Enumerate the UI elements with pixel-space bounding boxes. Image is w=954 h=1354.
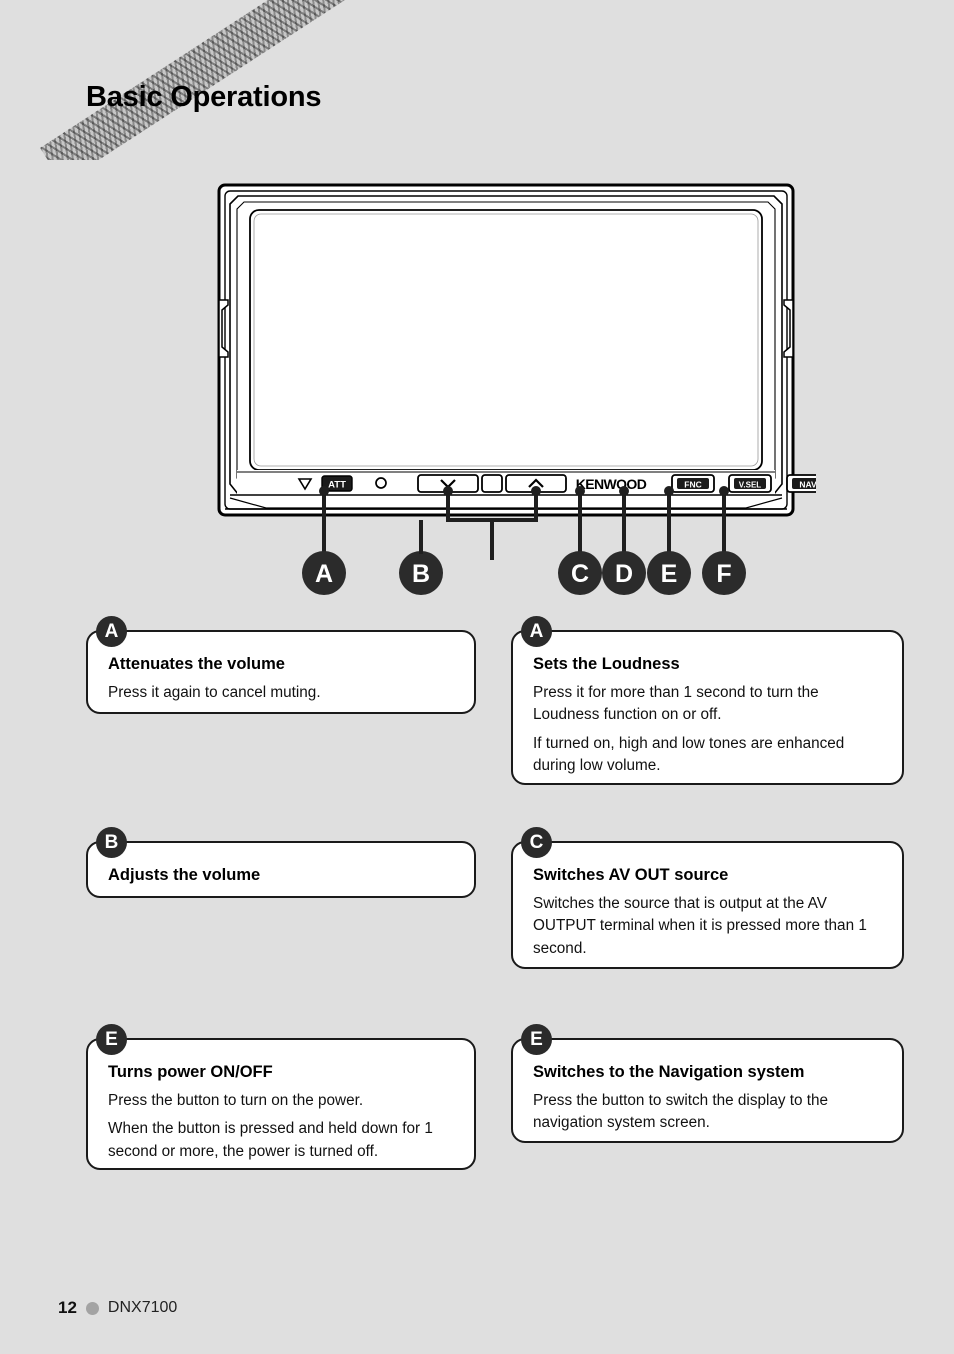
callout-paragraph: When the button is pressed and held down… <box>108 1120 433 1160</box>
callout-title: Attenuates the volume <box>108 655 285 673</box>
svg-text:V.SEL: V.SEL <box>739 480 761 489</box>
callout-badge: A <box>521 616 552 647</box>
footer-model-name: DNX7100 <box>107 1299 178 1316</box>
footer-page-number: 12 <box>58 1298 77 1317</box>
svg-text:D: D <box>615 560 633 588</box>
callout-title: Switches to the Navigation system <box>533 1063 805 1081</box>
page-footer: 12 DNX7100 <box>58 1298 177 1318</box>
callout-box-switches-navigation: E Switches to the Navigation system Pres… <box>511 1024 904 1143</box>
svg-text:B: B <box>412 560 430 588</box>
svg-text:C: C <box>571 560 589 588</box>
callout-paragraph: Press the button to turn on the power. <box>108 1091 364 1109</box>
svg-text:F: F <box>716 560 731 588</box>
callout-box-adjusts-volume: B Adjusts the volume <box>86 827 476 898</box>
callout-marker-C: C <box>558 551 602 595</box>
callout-paragraph: If turned on, high and low tones are enh… <box>533 734 845 775</box>
nav-button: NAV <box>786 474 816 493</box>
callout-marker-A: A <box>302 551 346 595</box>
callout-badge: E <box>96 1024 127 1055</box>
svg-text:E: E <box>661 560 678 588</box>
callout-box-turns-power: E Turns power ON/OFF Press the button to… <box>86 1024 476 1170</box>
callout-marker-F: F <box>702 551 746 595</box>
footer-bullet-icon <box>85 1301 99 1315</box>
spacer-button <box>481 474 503 493</box>
callout-paragraph: Press the button to switch the display t… <box>533 1091 829 1132</box>
callout-title: Adjusts the volume <box>108 866 261 884</box>
callout-badge: B <box>96 827 127 858</box>
callout-paragraph: Press it for more than 1 second to turn … <box>533 683 819 724</box>
svg-text:FNC: FNC <box>684 479 701 489</box>
callout-title: Turns power ON/OFF <box>108 1063 273 1081</box>
page-title: Basic Operations <box>86 81 322 114</box>
callout-box-sets-loudness: A Sets the Loudness Press it for more th… <box>511 616 904 785</box>
callout-marker-E: E <box>647 551 691 595</box>
callout-box-switches-av-out: C Switches AV OUT source Switches the so… <box>511 827 904 969</box>
callout-title: Sets the Loudness <box>533 655 680 673</box>
callout-paragraph: Press it again to cancel muting. <box>108 683 321 701</box>
fnc-button: FNC <box>671 474 715 493</box>
callout-marker-B: B <box>399 551 443 595</box>
svg-text:KENWOOD: KENWOOD <box>576 476 647 492</box>
vsel-button: V.SEL <box>728 474 772 493</box>
svg-text:A: A <box>315 560 333 588</box>
callout-badge: E <box>521 1024 552 1055</box>
reset-hole-icon <box>375 477 387 489</box>
callout-title: Switches AV OUT source <box>533 866 729 884</box>
callout-paragraph: Switches the source that is output at th… <box>533 894 867 957</box>
diagonal-texture-band <box>40 0 449 160</box>
callout-badge: A <box>96 616 127 647</box>
callout-box-attenuates-volume: A Attenuates the volume Press it again t… <box>86 616 476 714</box>
header-decoration <box>0 0 954 160</box>
svg-text:NAV: NAV <box>799 479 816 489</box>
svg-text:ATT: ATT <box>328 480 346 491</box>
callout-marker-D: D <box>602 551 646 595</box>
callout-badge: C <box>521 827 552 858</box>
device-illustration: ATT KENWOOD FNC V.SEL NAV A B C D E F <box>216 182 816 602</box>
